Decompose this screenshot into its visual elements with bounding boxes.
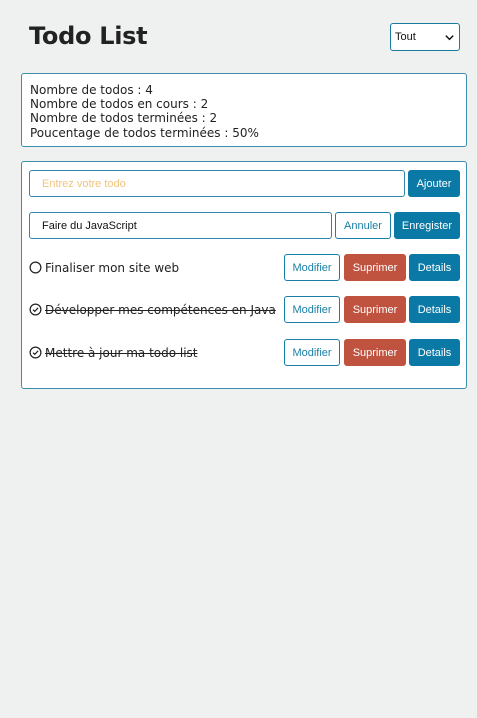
stats-total: Nombre de todos : 4 — [30, 83, 153, 97]
modify-button[interactable]: Modifier — [284, 339, 340, 366]
stats-percentage: Poucentage de todos terminées : 50% — [30, 125, 259, 140]
chevron-down-icon — [445, 34, 454, 40]
new-todo-input[interactable]: Entrez votre todo — [29, 170, 405, 197]
save-button[interactable]: Enregister — [394, 212, 460, 239]
details-button[interactable]: Details — [409, 296, 460, 323]
delete-button[interactable]: Suprimer — [344, 254, 406, 281]
cancel-button[interactable]: Annuler — [335, 212, 391, 239]
filter-select[interactable]: Tout — [390, 23, 460, 51]
details-button[interactable]: Details — [409, 254, 460, 281]
edit-todo-input[interactable]: Faire du JavaScript — [29, 212, 332, 239]
todo-page: Todo List Tout Nombre de todos : 4 Nombr… — [0, 0, 477, 718]
delete-button[interactable]: Suprimer — [344, 339, 406, 366]
stats-panel: Nombre de todos : 4 Nombre de todos en c… — [21, 73, 467, 147]
delete-button[interactable]: Suprimer — [344, 296, 406, 323]
modify-button[interactable]: Modifier — [284, 254, 340, 281]
todo-label: Mettre à jour ma todo list — [45, 345, 198, 360]
todo-panel: Entrez votre todo Ajouter Faire du JavaS… — [21, 161, 467, 389]
todo-label: Développer mes compétences en Java — [45, 302, 276, 317]
check-circle-icon[interactable] — [29, 303, 42, 316]
check-circle-icon[interactable] — [29, 346, 42, 359]
stats-done: Nombre de todos terminées : 2 — [30, 111, 218, 126]
page-title: Todo List — [29, 22, 148, 50]
details-button[interactable]: Details — [409, 339, 460, 366]
add-button[interactable]: Ajouter — [408, 170, 460, 197]
stats-in-progress: Nombre de todos en cours : 2 — [30, 97, 209, 112]
filter-select-value: Tout — [395, 31, 416, 43]
todo-label: Finaliser mon site web — [45, 260, 180, 275]
modify-button[interactable]: Modifier — [284, 296, 340, 323]
circle-icon[interactable] — [29, 261, 42, 274]
